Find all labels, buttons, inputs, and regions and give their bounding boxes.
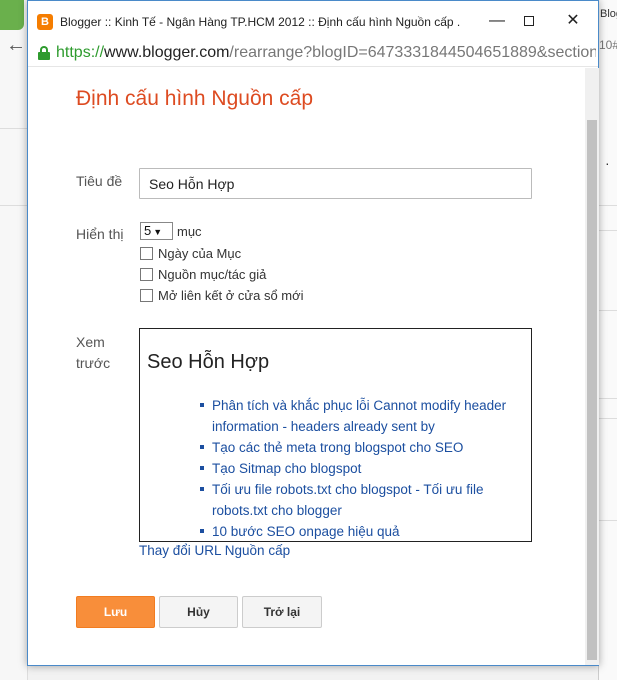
background-tab[interactable]: Blogger bbox=[600, 8, 617, 20]
maximize-icon bbox=[524, 16, 534, 26]
preview-link[interactable]: 10 bước SEO onpage hiệu quả bbox=[212, 524, 400, 539]
divider bbox=[599, 310, 617, 311]
preview-list: Phân tích và khắc phục lỗi Cannot modify… bbox=[200, 395, 530, 541]
list-item: Phân tích và khắc phục lỗi Cannot modify… bbox=[200, 395, 530, 437]
maximize-button[interactable] bbox=[514, 9, 544, 33]
list-item: 10 bước SEO onpage hiệu quả bbox=[200, 521, 530, 541]
title-label: Tiêu đề bbox=[76, 173, 123, 189]
back-arrow-icon[interactable]: ← bbox=[6, 34, 26, 57]
divider bbox=[599, 205, 617, 206]
item-date-label: Ngày của Mục bbox=[158, 246, 242, 261]
close-button[interactable]: ✕ bbox=[558, 9, 588, 33]
back-button[interactable]: Trở lại bbox=[242, 596, 322, 628]
url-host: www.blogger.com bbox=[104, 44, 230, 61]
page-content: Định cấu hình Nguồn cấp Tiêu đề Hiển thị… bbox=[28, 68, 584, 665]
show-label: Hiển thị bbox=[76, 226, 124, 242]
preview-link[interactable]: Tạo Sitmap cho blogspot bbox=[212, 461, 361, 476]
bullet-icon bbox=[200, 466, 204, 470]
divider bbox=[599, 418, 617, 419]
option-item-source[interactable]: Nguồn mục/tác giả bbox=[140, 267, 266, 282]
minimize-button[interactable]: — bbox=[482, 9, 512, 33]
item-count-value: 5 bbox=[144, 223, 152, 238]
vertical-scrollbar[interactable] bbox=[585, 68, 599, 665]
preview-label: Xem trước bbox=[76, 334, 111, 371]
page-title: Định cấu hình Nguồn cấp bbox=[76, 87, 313, 110]
item-date-checkbox[interactable] bbox=[140, 247, 153, 260]
bullet-icon bbox=[200, 403, 204, 407]
option-item-date[interactable]: Ngày của Mục bbox=[140, 246, 241, 261]
bullet-icon bbox=[200, 445, 204, 449]
item-source-label: Nguồn mục/tác giả bbox=[158, 267, 267, 282]
option-new-window[interactable]: Mở liên kết ở cửa sổ mới bbox=[140, 288, 304, 303]
list-item: Tạo Sitmap cho blogspot bbox=[200, 458, 530, 479]
blogger-logo-icon bbox=[0, 0, 24, 30]
list-item: Tạo các thẻ meta trong blogspot cho SEO bbox=[200, 437, 530, 458]
cancel-button[interactable]: Hủy bbox=[159, 596, 238, 628]
change-feed-url-link[interactable]: Thay đổi URL Nguồn cấp bbox=[139, 543, 290, 558]
window-title: Blogger :: Kinh Tế - Ngân Hàng TP.HCM 20… bbox=[60, 15, 460, 29]
item-source-checkbox[interactable] bbox=[140, 268, 153, 281]
divider bbox=[0, 128, 28, 129]
background-browser-right: Blogger 10# · bbox=[598, 0, 617, 680]
url-scheme: https:// bbox=[56, 44, 105, 61]
title-input[interactable] bbox=[139, 168, 532, 199]
chevron-down-icon: ▼ bbox=[153, 227, 163, 237]
divider bbox=[0, 205, 28, 206]
feed-config-window: B Blogger :: Kinh Tế - Ngân Hàng TP.HCM … bbox=[27, 0, 599, 666]
background-browser-left: ← bbox=[0, 0, 28, 680]
url-text[interactable]: https://www.blogger.com/rearrange?blogID… bbox=[56, 44, 596, 62]
preview-title: Seo Hỗn Hợp bbox=[147, 351, 270, 373]
feed-preview: Seo Hỗn Hợp Phân tích và khắc phục lỗi C… bbox=[139, 328, 532, 542]
preview-link[interactable]: Tạo các thẻ meta trong blogspot cho SEO bbox=[212, 440, 463, 455]
divider bbox=[599, 230, 617, 231]
new-window-checkbox[interactable] bbox=[140, 289, 153, 302]
background-url: 10# bbox=[599, 38, 617, 52]
new-window-label: Mở liên kết ở cửa sổ mới bbox=[158, 288, 304, 303]
window-titlebar[interactable]: B Blogger :: Kinh Tế - Ngân Hàng TP.HCM … bbox=[28, 1, 598, 41]
lock-icon bbox=[38, 46, 50, 60]
address-bar[interactable]: https://www.blogger.com/rearrange?blogID… bbox=[28, 41, 598, 67]
item-unit-label: mục bbox=[177, 224, 202, 239]
preview-link[interactable]: Phân tích và khắc phục lỗi Cannot modify… bbox=[212, 398, 506, 434]
bullet-icon bbox=[200, 529, 204, 533]
more-icon[interactable]: · bbox=[605, 155, 610, 171]
item-count-select[interactable]: 5 ▼ bbox=[140, 222, 173, 240]
list-item: Tối ưu file robots.txt cho blogspot - Tố… bbox=[200, 479, 530, 521]
divider bbox=[599, 520, 617, 521]
scrollbar-thumb[interactable] bbox=[587, 120, 597, 660]
preview-link[interactable]: Tối ưu file robots.txt cho blogspot - Tố… bbox=[212, 482, 483, 518]
save-button[interactable]: Lưu bbox=[76, 596, 155, 628]
bullet-icon bbox=[200, 487, 204, 491]
url-path: /rearrange?blogID=6473331844504651889&se… bbox=[229, 44, 596, 61]
divider bbox=[599, 398, 617, 399]
blogger-icon: B bbox=[37, 14, 53, 30]
